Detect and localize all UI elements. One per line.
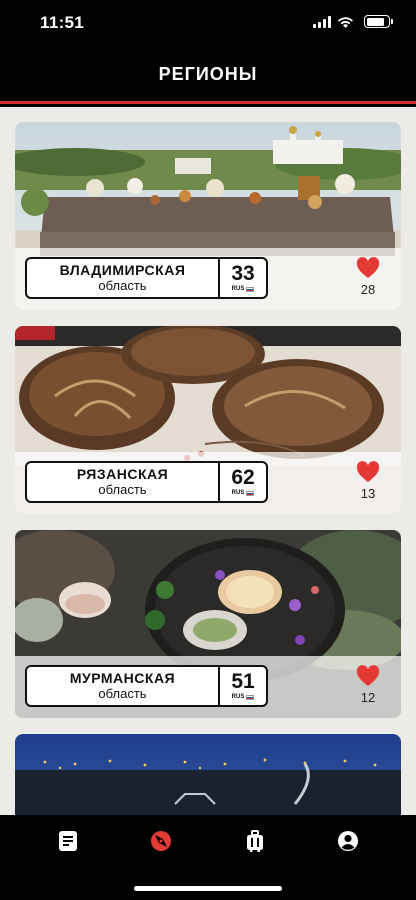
region-card-ryazan[interactable]: РЯЗАНСКАЯ область 62 RUS 13 [15,326,401,514]
wifi-icon [338,16,353,28]
region-code: 62 [231,466,255,489]
suitcase-icon[interactable] [243,829,267,853]
navigation-bar: РЕГИОНЫ [0,48,416,104]
like-button[interactable]: 12 [353,665,383,705]
country-code: RUS [231,490,245,496]
region-subtitle: область [98,278,147,293]
status-bar: 11:51 [0,0,416,48]
like-button[interactable]: 13 [353,461,383,501]
russia-flag-icon [246,694,255,700]
news-icon[interactable] [56,829,80,853]
country-code: RUS [231,694,245,700]
russia-flag-icon [246,286,255,292]
like-button[interactable]: 28 [353,257,383,297]
status-icons [313,15,393,28]
status-time: 11:51 [40,13,85,32]
region-name: ВЛАДИМИРСКАЯ [59,262,186,278]
heart-icon [356,257,380,278]
cellular-signal-icon [313,15,331,28]
page-title: РЕГИОНЫ [158,64,258,84]
region-code: 51 [231,670,255,693]
region-name: МУРМАНСКАЯ [69,670,176,686]
like-count: 13 [360,486,376,501]
region-name: РЯЗАНСКАЯ [76,466,169,482]
russia-flag-icon [246,490,255,496]
heart-icon [356,665,380,686]
region-card-murmansk[interactable]: МУРМАНСКАЯ область 51 RUS 12 [15,530,401,718]
region-card-vladimir[interactable]: ВЛАДИМИРСКАЯ область 33 RUS 28 [15,122,401,310]
compass-icon[interactable] [149,829,173,853]
like-count: 12 [360,690,376,705]
region-code: 33 [231,262,255,285]
region-card-partial[interactable] [15,734,401,815]
region-plate: МУРМАНСКАЯ область 51 RUS [25,665,268,707]
country-code: RUS [231,286,245,292]
battery-icon [364,15,393,28]
region-plate: РЯЗАНСКАЯ область 62 RUS [25,461,268,503]
heart-icon [356,461,380,482]
region-subtitle: область [98,686,147,701]
region-subtitle: область [98,482,147,497]
home-indicator [134,886,282,891]
region-plate: ВЛАДИМИРСКАЯ область 33 RUS [25,257,268,299]
like-count: 28 [360,282,376,297]
regions-list[interactable]: ВЛАДИМИРСКАЯ область 33 RUS 28 РЯЗАНСКАЯ… [0,107,416,815]
region-photo [15,734,401,815]
profile-icon[interactable] [336,829,360,853]
